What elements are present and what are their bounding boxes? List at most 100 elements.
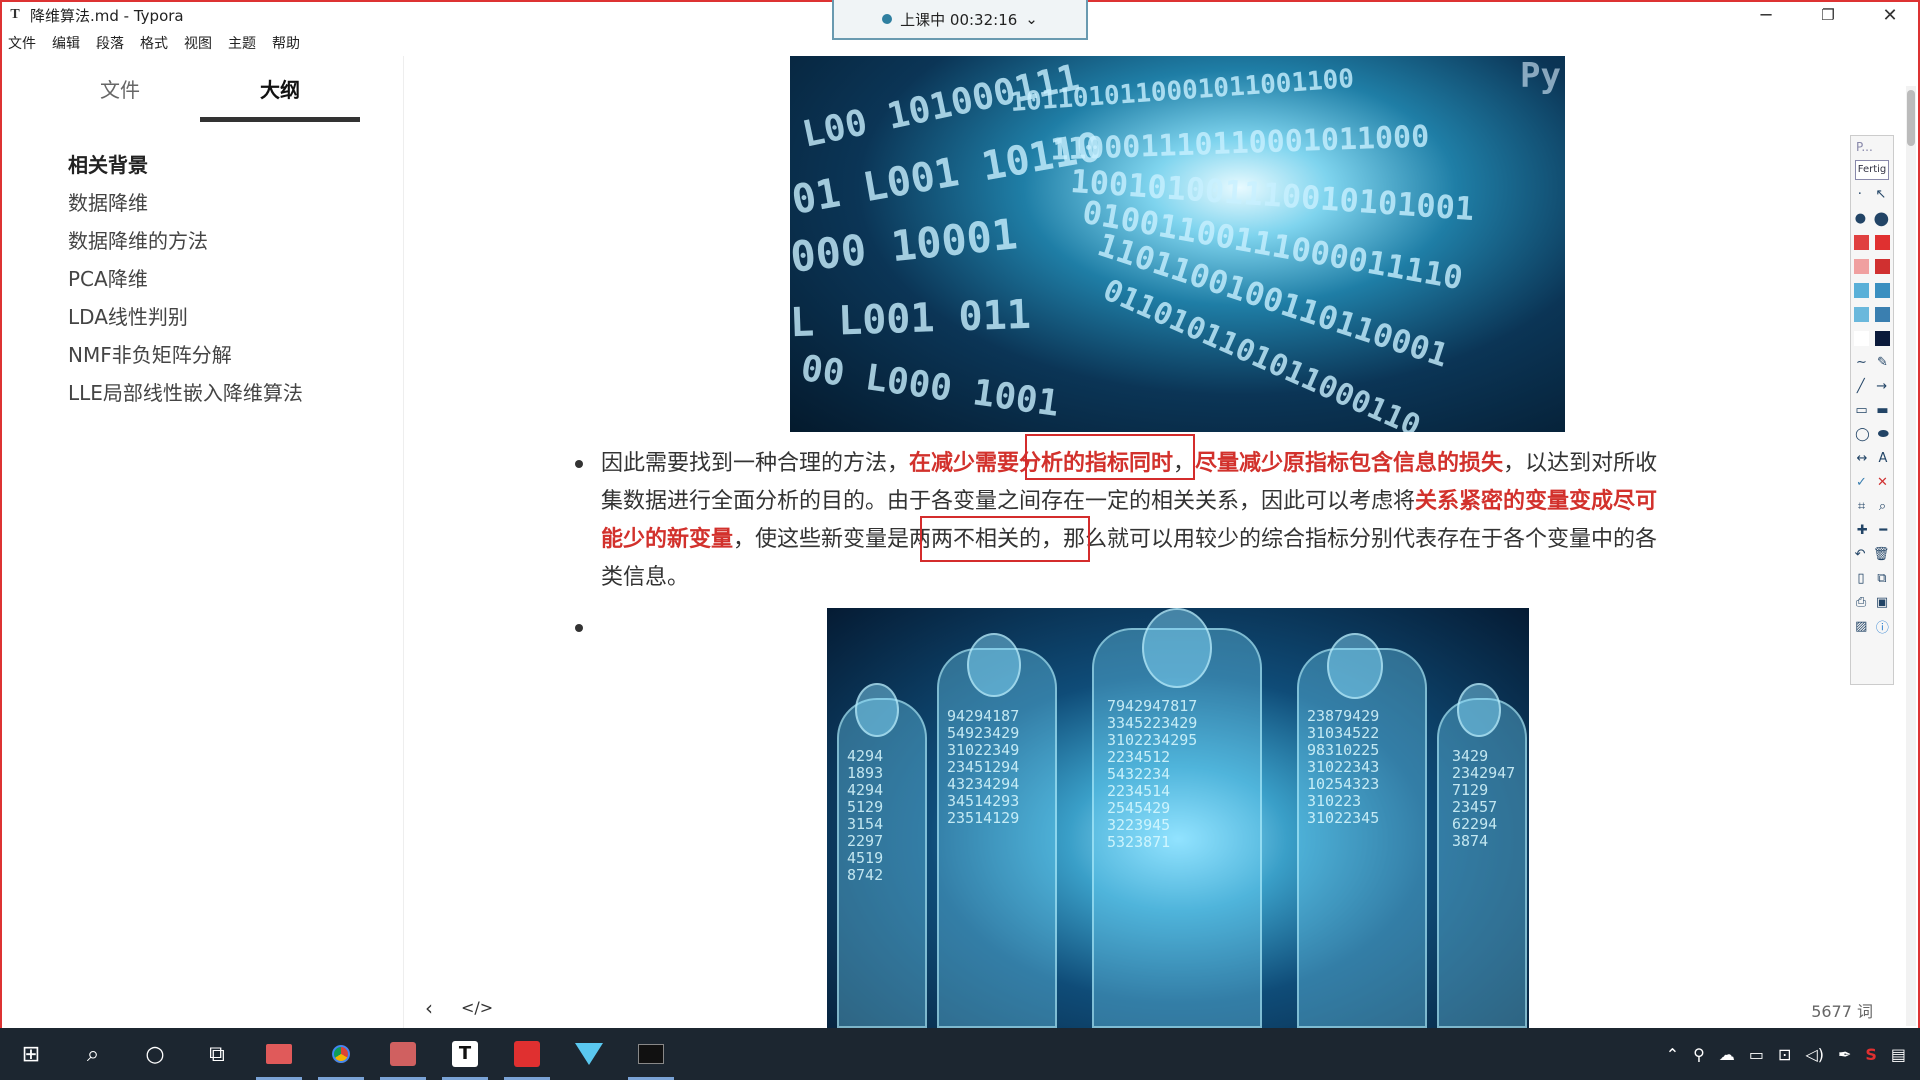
bullet-icon [575,460,583,468]
small-dot-icon[interactable]: ● [1855,211,1866,226]
blue-color-swatch[interactable] [1875,306,1890,322]
paragraph-line: 能少的新变量，使这些新变量是两两不相关的，那么就可以用较少的综合指标分别代表存在… [601,527,1658,552]
pink-highlighter-icon[interactable] [1854,258,1869,274]
word-count[interactable]: 5677 词 [1811,998,1873,1022]
red-color-swatch[interactable] [1875,234,1890,250]
editor-area[interactable]: L00 101000111 01 L001 10110 000 10001 L … [405,56,1915,1028]
volume-icon[interactable]: ◁) [1805,1045,1824,1064]
chrome-icon[interactable] [310,1028,372,1080]
bullet-icon [575,624,583,632]
close-button[interactable]: ✕ [1860,0,1920,30]
plus-icon[interactable]: ✚ [1857,523,1868,538]
filled-rectangle-icon[interactable]: ▬ [1876,403,1888,418]
palette-title: P... [1856,140,1873,154]
screenshot-icon[interactable]: ▨ [1855,619,1867,634]
notification-icon[interactable]: ▤ [1891,1045,1906,1064]
trash-icon[interactable]: 🗑 [1873,547,1890,562]
copy-icon[interactable]: ⧉ [1877,571,1886,586]
slides-app-icon[interactable] [248,1028,310,1080]
sogou-input-icon[interactable]: S [1865,1045,1877,1064]
display-icon[interactable]: ▭ [1749,1045,1764,1064]
pointer-icon[interactable]: · [1858,187,1862,202]
red-color-swatch[interactable] [1875,258,1890,274]
pen-tray-icon[interactable]: ✒ [1838,1045,1851,1064]
annotation-box [920,516,1090,562]
outline-item[interactable]: 相关背景 [68,146,303,184]
blue-highlighter-icon[interactable] [1854,282,1869,298]
pdf-app-icon[interactable] [496,1028,558,1080]
menu-format[interactable]: 格式 [132,33,176,53]
crop-icon[interactable]: ⌗ [1858,499,1865,514]
arrow-icon[interactable]: → [1876,379,1887,394]
chevron-down-icon[interactable]: ⌄ [1025,10,1038,28]
freehand-icon[interactable]: ∼ [1856,355,1867,370]
typora-icon[interactable]: T [434,1028,496,1080]
terminal-icon[interactable] [620,1028,682,1080]
zoom-icon[interactable]: ⌕ [1879,499,1886,514]
line-icon[interactable]: ╱ [1857,379,1865,394]
cloud-icon[interactable]: ☁ [1719,1045,1735,1064]
outline-item[interactable]: LDA线性判别 [68,298,303,336]
tab-files[interactable]: 文件 [40,72,200,122]
tab-outline[interactable]: 大纲 [200,72,360,122]
chevron-left-icon[interactable]: ‹ [425,996,433,1020]
minus-icon[interactable]: ━ [1879,523,1887,538]
print-icon[interactable]: ⎙ [1856,595,1866,610]
window-title: 降维算法.md - Typora [30,6,184,25]
menu-theme[interactable]: 主题 [220,33,264,53]
fertig-button[interactable]: Fertig [1855,160,1889,180]
outline-item[interactable]: LLE局部线性嵌入降维算法 [68,374,303,412]
navy-color-swatch[interactable] [1875,330,1890,346]
menu-edit[interactable]: 编辑 [44,33,88,53]
save-icon[interactable]: ▣ [1876,595,1888,610]
image-overlay-text: Py [1520,56,1561,96]
binary-tunnel-image: L00 101000111 01 L001 10110 000 10001 L … [790,56,1565,432]
source-code-toggle-icon[interactable]: </> [461,998,493,1017]
scrollbar-thumb[interactable] [1907,90,1915,146]
menu-help[interactable]: 帮助 [264,33,308,53]
scrollbar[interactable] [1906,86,1916,1026]
cortana-icon[interactable]: ○ [124,1028,186,1080]
timer-label: 上课中 00:32:16 [900,10,1018,29]
outline-item[interactable]: PCA降维 [68,260,303,298]
blue-highlighter-icon[interactable] [1854,306,1869,322]
system-tray: ⌃ ⚲ ☁ ▭ ⊡ ◁) ✒ S ▤ [1666,1028,1920,1080]
menu-bar: 文件 编辑 段落 格式 视图 主题 帮助 [0,30,308,56]
tray-expand-icon[interactable]: ⌃ [1666,1045,1679,1064]
cursor-icon[interactable]: ↖ [1875,187,1886,202]
double-arrow-icon[interactable]: ↔ [1857,451,1868,466]
search-icon[interactable]: ⌕ [62,1028,124,1080]
task-view-icon[interactable]: ⧉ [186,1028,248,1080]
large-dot-icon[interactable]: ● [1874,208,1890,229]
red-highlighter-icon[interactable] [1854,234,1869,250]
info-icon[interactable]: ⓘ [1876,617,1889,636]
minimize-button[interactable]: ─ [1736,0,1796,30]
menu-paragraph[interactable]: 段落 [88,33,132,53]
outline-item[interactable]: 数据降维的方法 [68,222,303,260]
outline-item[interactable]: NMF非负矩阵分解 [68,336,303,374]
blue-color-swatch[interactable] [1875,282,1890,298]
filled-ellipse-icon[interactable]: ⬬ [1878,427,1889,442]
paint-app-icon[interactable] [372,1028,434,1080]
check-icon[interactable]: ✓ [1856,475,1867,490]
video-player-icon[interactable] [558,1028,620,1080]
white-color-swatch[interactable] [1854,330,1869,346]
windows-start-icon[interactable]: ⊞ [0,1028,62,1080]
class-timer-widget[interactable]: 上课中 00:32:16 ⌄ [832,0,1088,40]
pen-icon[interactable]: ✎ [1877,355,1888,370]
cross-icon[interactable]: ✕ [1877,475,1888,490]
digital-people-image: 4294 1893 4294 5129 3154 2297 4519 8742 … [827,608,1529,1028]
restore-button[interactable]: ❐ [1798,0,1858,30]
text-icon[interactable]: A [1879,451,1888,466]
ellipse-icon[interactable]: ◯ [1855,427,1870,442]
usb-icon[interactable]: ⚲ [1693,1045,1705,1064]
new-page-icon[interactable]: ▯ [1857,571,1864,586]
sidebar-tabs: 文件 大纲 [40,72,360,122]
rectangle-icon[interactable]: ▭ [1855,403,1867,418]
menu-view[interactable]: 视图 [176,33,220,53]
undo-icon[interactable]: ↶ [1855,547,1866,562]
status-bar: ‹ </> 5677 词 [405,990,1915,1028]
menu-file[interactable]: 文件 [0,33,44,53]
network-icon[interactable]: ⊡ [1778,1045,1791,1064]
outline-item[interactable]: 数据降维 [68,184,303,222]
